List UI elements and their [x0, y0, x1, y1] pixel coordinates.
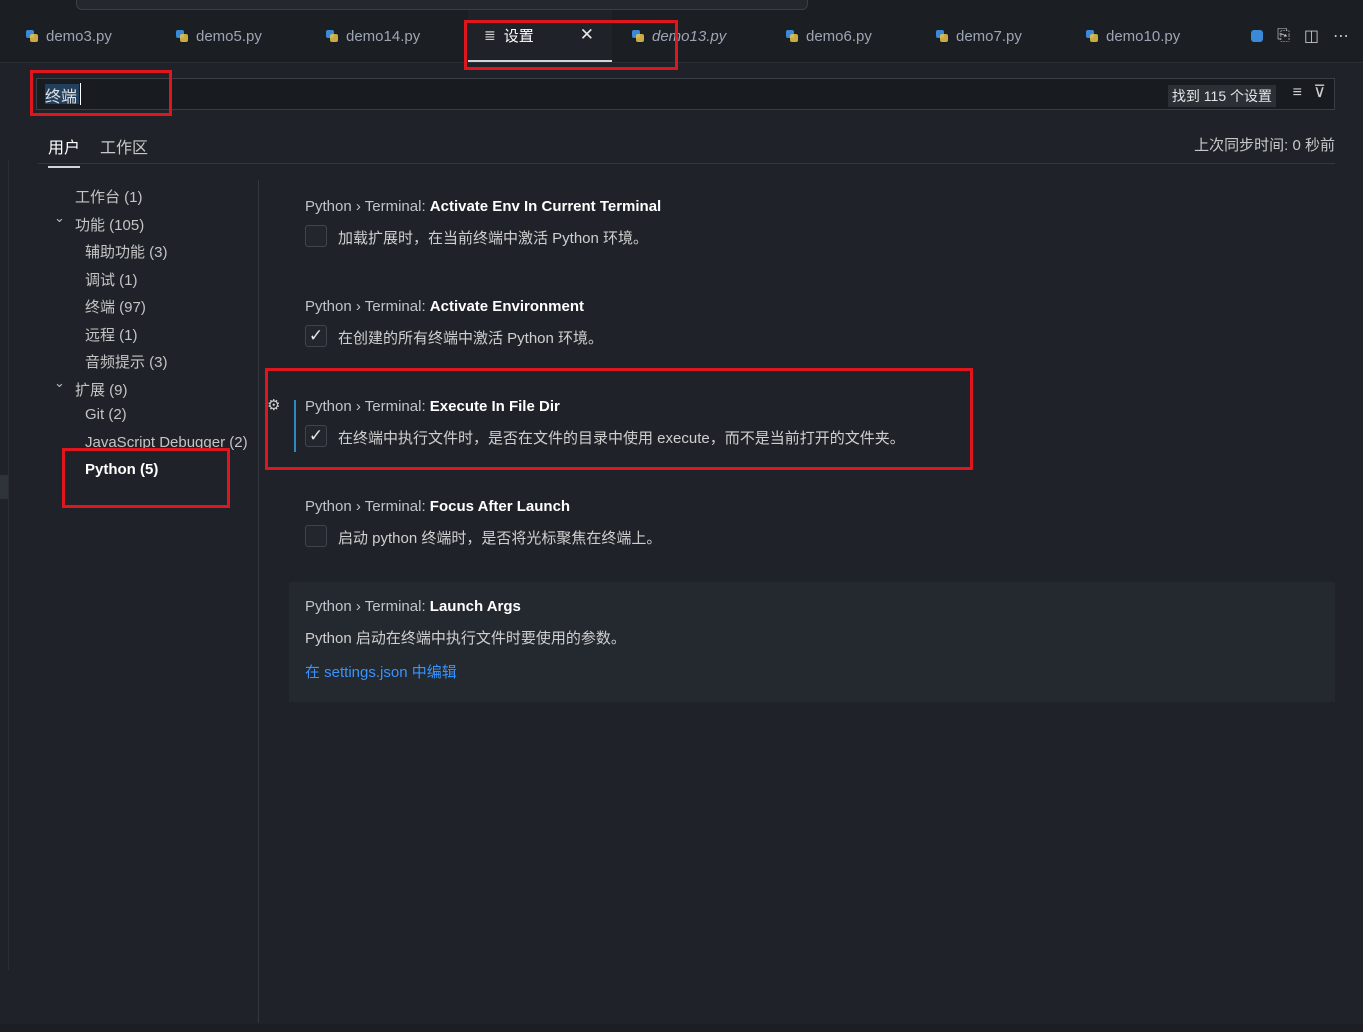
setting-description: 在创建的所有终端中激活 Python 环境。 [338, 330, 604, 347]
setting-checkbox[interactable]: ✓ [305, 325, 327, 347]
setting-focus-after-launch: Python › Terminal: Focus After Launch 启动… [289, 498, 1335, 558]
settings-file-icon: ≣ [484, 26, 496, 43]
tab-workspace[interactable]: 工作区 [100, 134, 148, 158]
setting-description: 启动 python 终端时，是否将光标聚焦在终端上。 [338, 530, 662, 547]
setting-description: 加载扩展时，在当前终端中激活 Python 环境。 [338, 230, 649, 247]
settings-scope-tabs: 用户 工作区 上次同步时间: 0 秒前 [38, 126, 1335, 168]
setting-launch-args: Python › Terminal: Launch Args Python 启动… [289, 598, 1335, 688]
setting-checkbox[interactable]: ✓ [305, 425, 327, 447]
tab-label: demo7.py [956, 27, 1022, 45]
tab-demo7[interactable]: demo7.py [910, 10, 1060, 62]
toc-item-workbench[interactable]: 工作台 (1) [75, 186, 143, 207]
gear-icon[interactable]: ⚙ [267, 396, 280, 414]
tab-demo13[interactable]: demo13.py [612, 10, 762, 62]
scroll-indicator [0, 475, 8, 499]
sync-status: 上次同步时间: 0 秒前 [1194, 137, 1335, 154]
tab-label: demo6.py [806, 27, 872, 45]
toc-item-extensions[interactable]: 扩展 (9) [75, 379, 128, 400]
setting-title: Python › Terminal: Activate Environment [305, 298, 584, 315]
toc-item-remote[interactable]: 远程 (1) [85, 324, 138, 345]
python-file-icon [176, 30, 188, 42]
python-file-icon [632, 30, 644, 42]
text-caret [80, 83, 81, 105]
tab-demo14[interactable]: demo14.py [300, 10, 460, 62]
tab-demo5[interactable]: demo5.py [150, 10, 300, 62]
title-bar [0, 0, 1363, 10]
tab-label: demo3.py [46, 27, 112, 45]
setting-checkbox[interactable] [305, 225, 327, 247]
settings-toc: 工作台 (1) ⌄ 功能 (105) 辅助功能 (3) 调试 (1) 终端 (9… [40, 180, 259, 1023]
split-editor-icon[interactable]: ◫ [1304, 26, 1319, 46]
more-actions-icon[interactable]: ⋯ [1333, 26, 1349, 46]
toc-item-git[interactable]: Git (2) [85, 406, 127, 423]
command-center[interactable] [76, 0, 808, 10]
toc-item-python[interactable]: Python (5) [85, 461, 158, 478]
setting-title: Python › Terminal: Focus After Launch [305, 498, 571, 515]
python-file-icon [1086, 30, 1098, 42]
toc-item-audio-cues[interactable]: 音频提示 (3) [85, 351, 168, 372]
tab-demo6[interactable]: demo6.py [760, 10, 910, 62]
python-file-icon [786, 30, 798, 42]
tab-label: demo10.py [1106, 27, 1181, 45]
settings-search-box[interactable]: 找到 115 个设置 ≡ ⊽ [36, 78, 1335, 110]
setting-description: 在终端中执行文件时，是否在文件的目录中使用 execute，而不是当前打开的文件… [338, 430, 905, 447]
setting-checkbox[interactable] [305, 525, 327, 547]
setting-title: Python › Terminal: Execute In File Dir [305, 398, 560, 415]
clear-filter-icon[interactable]: ≡ [1293, 84, 1302, 102]
python-file-icon [326, 30, 338, 42]
python-run-icon[interactable] [1251, 30, 1264, 42]
open-settings-json-icon[interactable]: ⎘ [1277, 27, 1290, 45]
setting-execute-in-file-dir: Python › Terminal: Execute In File Dir ✓… [289, 398, 1335, 458]
setting-title: Python › Terminal: Activate Env In Curre… [305, 198, 662, 215]
tab-label: demo5.py [196, 27, 262, 45]
python-file-icon [26, 30, 38, 42]
chevron-down-icon[interactable]: ⌄ [54, 375, 65, 391]
toc-item-accessibility[interactable]: 辅助功能 (3) [85, 241, 168, 262]
setting-description: Python 启动在终端中执行文件时要使用的参数。 [305, 630, 626, 647]
filter-icon[interactable]: ⊽ [1314, 82, 1326, 102]
tab-actions: ⎘ ◫ ⋯ [1251, 10, 1349, 62]
toc-item-js-debugger[interactable]: JavaScript Debugger (2) [85, 434, 248, 451]
search-input[interactable] [43, 83, 447, 107]
result-count-badge: 找到 115 个设置 [1167, 85, 1276, 107]
toc-item-features[interactable]: 功能 (105) [75, 214, 144, 235]
python-file-icon [936, 30, 948, 42]
tab-settings[interactable]: ≣ 设置 ✕ [468, 10, 612, 62]
close-icon[interactable]: ✕ [580, 25, 594, 45]
chevron-down-icon[interactable]: ⌄ [54, 210, 65, 226]
tab-demo10[interactable]: demo10.py [1060, 10, 1220, 62]
toc-item-debug[interactable]: 调试 (1) [85, 269, 138, 290]
tab-label: demo14.py [346, 27, 421, 45]
setting-activate-env-in-current-terminal: Python › Terminal: Activate Env In Curre… [289, 198, 1335, 258]
setting-title: Python › Terminal: Launch Args [305, 598, 521, 615]
edit-in-settings-json-link[interactable]: 在 settings.json 中编辑 [305, 661, 457, 682]
sidebar-divider [8, 160, 9, 970]
tab-demo3[interactable]: demo3.py [0, 10, 150, 62]
tab-label: 设置 [503, 27, 534, 45]
toc-item-terminal[interactable]: 终端 (97) [85, 296, 146, 317]
tab-user[interactable]: 用户 [48, 134, 81, 168]
editor-tab-bar: demo3.py demo5.py demo14.py ≣ 设置 ✕ demo1… [0, 10, 1363, 63]
status-bar-edge [0, 1024, 1363, 1032]
setting-activate-environment: Python › Terminal: Activate Environment … [289, 298, 1335, 358]
tab-label: demo13.py [652, 27, 727, 45]
